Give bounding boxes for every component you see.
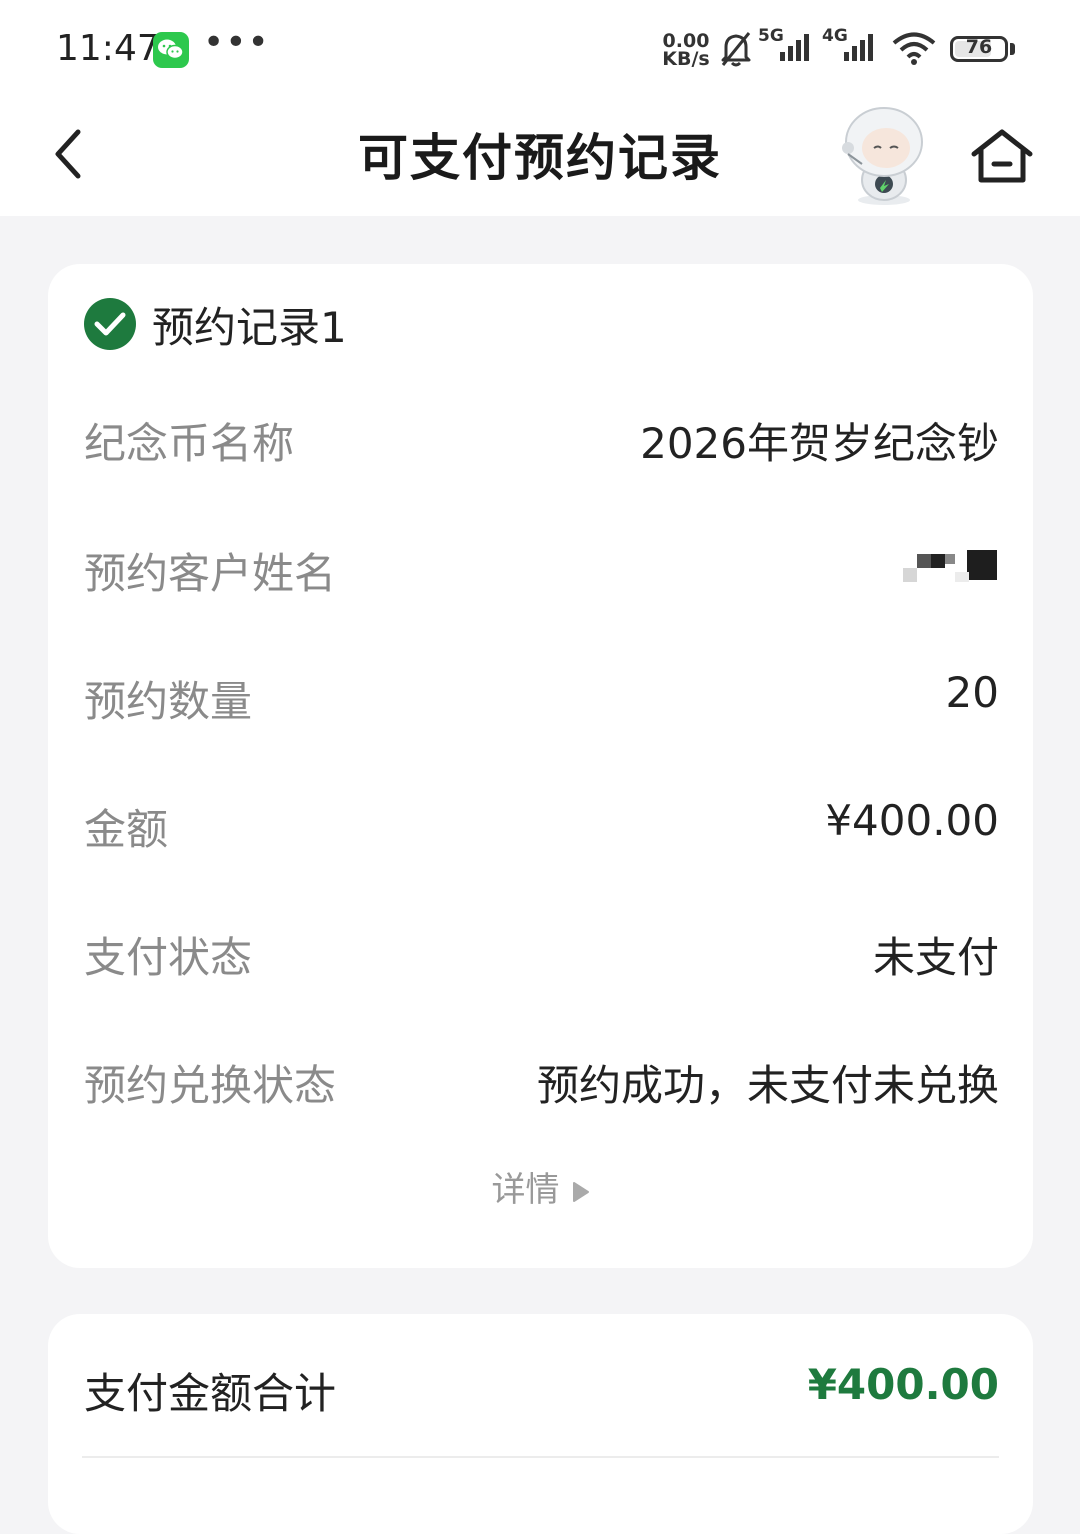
check-circle-icon — [84, 298, 136, 350]
row-label: 支付状态 — [84, 933, 253, 982]
status-time: 11:47 — [56, 28, 160, 69]
triangle-right-icon — [572, 1181, 589, 1202]
row-exchange-status: 预约兑换状态 预约成功，未支付未兑换 — [84, 1052, 999, 1112]
total-label: 支付金额合计 — [84, 1369, 337, 1418]
battery-level: 76 — [965, 36, 993, 58]
row-label: 预约兑换状态 — [84, 1061, 337, 1110]
record-title: 预约记录1 — [152, 303, 347, 352]
row-quantity: 预约数量 20 — [84, 668, 999, 728]
row-value: ¥400.00 — [825, 796, 999, 845]
wechat-icon — [153, 32, 189, 68]
reservation-record-card: 预约记录1 纪念币名称 2026年贺岁纪念钞 预约客户姓名 预约数量 20 金额… — [48, 264, 1033, 1268]
status-bar: 11:47 ••• 0.00 KB/s 5G 4G 76 — [0, 0, 1080, 100]
row-value: 预约成功，未支付未兑换 — [536, 1061, 999, 1110]
row-value: 2026年贺岁纪念钞 — [640, 419, 999, 468]
row-payment-status: 支付状态 未支付 — [84, 924, 999, 984]
row-label: 预约数量 — [84, 677, 253, 726]
row-value: 20 — [945, 668, 999, 717]
nav-bar: 可支付预约记录 — [0, 100, 1080, 216]
home-icon[interactable] — [968, 124, 1036, 188]
row-customer-name: 预约客户姓名 — [84, 540, 999, 600]
assistant-mascot-icon[interactable] — [836, 104, 932, 208]
row-label: 金额 — [84, 805, 169, 854]
total-amount: ¥400.00 — [807, 1360, 999, 1409]
divider — [82, 1456, 999, 1458]
details-link[interactable]: 详情 — [48, 1162, 1033, 1211]
masked-customer-name — [903, 550, 997, 582]
network-speed-unit: KB/s — [662, 48, 710, 70]
row-label: 纪念币名称 — [84, 419, 295, 468]
details-label: 详情 — [491, 1170, 560, 1210]
wifi-icon — [892, 32, 936, 65]
battery-icon: 76 — [950, 36, 1008, 62]
row-amount: 金额 ¥400.00 — [84, 796, 999, 856]
bell-muted-icon — [721, 32, 751, 67]
row-label: 预约客户姓名 — [84, 549, 337, 598]
row-value: 未支付 — [872, 933, 999, 982]
page-title: 可支付预约记录 — [358, 129, 722, 187]
payment-total-row: 支付金额合计 ¥400.00 — [84, 1360, 999, 1420]
network-speed: 0.00 KB/s — [660, 32, 712, 70]
chevron-left-icon[interactable] — [46, 124, 106, 184]
payment-summary-card: 支付金额合计 ¥400.00 — [48, 1314, 1033, 1534]
more-notifications-icon: ••• — [203, 22, 270, 63]
row-coin-name: 纪念币名称 2026年贺岁纪念钞 — [84, 410, 999, 470]
